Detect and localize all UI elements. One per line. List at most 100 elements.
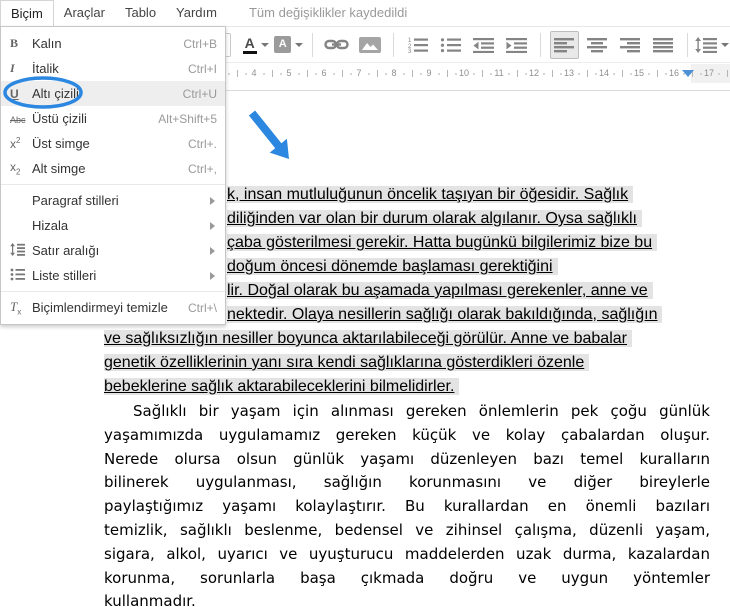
ruler-number: 4 — [251, 68, 257, 78]
ruler-tick — [446, 70, 448, 77]
strikethrough-icon: Abc — [10, 114, 26, 125]
paragraph-2-line[interactable]: bilinerek uygulanması, sağlığın korunmas… — [104, 471, 710, 495]
paragraph-2-line[interactable]: korunma, sorunlarla başa çıkmada doğru v… — [104, 567, 710, 591]
format-menu-item-ustu-cizili[interactable]: Abc Üstü çizili Alt+Shift+5 — [1, 106, 225, 131]
paragraph-1-line[interactable]: bebeklerine sağlık aktarabileceklerini b… — [104, 376, 460, 397]
list-styles-icon — [10, 268, 32, 284]
decrease-indent-button[interactable] — [469, 31, 498, 59]
ruler-tick — [297, 73, 300, 75]
format-menu-item-liste-stilleri[interactable]: Liste stilleri — [1, 263, 225, 288]
text-color-button[interactable]: A — [241, 31, 270, 59]
paragraph-1-line[interactable]: lir. Doğal olarak bu aşamada yapılması g… — [227, 280, 653, 301]
paragraph-2-line[interactable]: sigara, alkol, uyarıcı ve uyuşturucu mad… — [104, 543, 710, 567]
paragraph-1-line[interactable]: diliğinden var olan bir durum olarak alg… — [227, 208, 642, 229]
ruler-tick — [577, 73, 580, 75]
right-margin-marker[interactable] — [682, 70, 694, 77]
menu-item-label: Paragraf stilleri — [32, 193, 119, 208]
ruler-tick — [656, 70, 658, 77]
menu-item-shortcut: Alt+Shift+5 — [158, 111, 217, 126]
ruler-tick — [262, 73, 265, 75]
line-spacing-icon — [10, 242, 32, 259]
line-spacing-button[interactable] — [695, 31, 730, 59]
menu-separator — [1, 291, 225, 292]
format-menu-item-kalin[interactable]: B Kalın Ctrl+B — [1, 31, 225, 56]
format-menu-item-alt-simge[interactable]: x2 Alt simge Ctrl+, — [1, 156, 225, 181]
paragraph-2[interactable]: Sağlıklı bir yaşam için alınması gereken… — [104, 400, 710, 607]
bulleted-list-button[interactable] — [436, 31, 465, 59]
format-menu-item-italik[interactable]: I İtalik Ctrl+I — [1, 56, 225, 81]
selected-underlined-text: bebeklerine sağlık aktarabileceklerini b… — [104, 378, 460, 395]
format-menu-item-bicimlendirmeyi-temizle[interactable]: Tx Biçimlendirmeyi temizle Ctrl+\ — [1, 295, 225, 320]
paragraph-1-line[interactable]: genetik özelliklerinin yanı sıra kendi s… — [104, 352, 590, 373]
ruler-tick — [245, 73, 248, 75]
ruler-tick — [612, 73, 615, 75]
paragraph-1-line[interactable]: k, insan mutluluğunun öncelik taşıyan bi… — [227, 184, 634, 205]
paragraph-2-line[interactable]: temizlik, sağlıklı beslenme, bedensel ve… — [104, 519, 710, 543]
menubar-item-araclar[interactable]: Araçlar — [54, 0, 115, 26]
format-menu-item-satir-araligi[interactable]: Satır aralığı — [1, 238, 225, 263]
numbered-list-button[interactable]: 123 — [403, 31, 432, 59]
ruler-tick — [665, 73, 668, 75]
menu-item-label: Kalın — [32, 36, 62, 51]
align-justify-icon — [653, 37, 674, 53]
menu-item-label: Liste stilleri — [32, 268, 97, 283]
paragraph-2-line[interactable]: kullanmadır. — [104, 590, 710, 607]
paragraph-2-line[interactable]: Sağlıklı bir yaşam için alınması gereken… — [104, 400, 710, 424]
ruler-number: 12 — [528, 68, 540, 78]
paragraph-2-line[interactable]: paylaştığımız yaşamı kolaylaştırır. Bu k… — [104, 495, 710, 519]
insert-link-button[interactable] — [322, 31, 351, 59]
ruler-tick — [367, 73, 370, 75]
ruler-number: 5 — [286, 68, 292, 78]
menubar-item-bicim[interactable]: Biçim — [0, 0, 54, 27]
ruler-tick — [586, 70, 588, 77]
ruler-number: 9 — [426, 68, 432, 78]
subscript-icon: x2 — [10, 160, 21, 177]
google-docs-screen: Biçim Araçlar Tablo Yardım Tüm değişiklikler… — [0, 0, 730, 607]
ruler-tick — [647, 73, 650, 75]
menubar-item-yardim[interactable]: Yardım — [166, 0, 227, 26]
save-status: Tüm değişiklikler kaydedildi — [248, 5, 408, 20]
italic-icon: I — [10, 61, 15, 75]
ruler-number: 7 — [356, 68, 362, 78]
highlight-color-button[interactable]: A — [274, 31, 304, 59]
selected-underlined-text: doğum öncesi dönemde başlaması gerektiği… — [227, 258, 558, 275]
paragraph-1-line[interactable]: çaba gösterilmesi gerekir. Hatta bugünkü… — [227, 232, 658, 253]
underline-icon: U — [10, 86, 19, 101]
ruler-number: 14 — [598, 68, 610, 78]
align-center-icon — [587, 37, 608, 53]
paragraph-1-line[interactable]: nektedir. Olaya nesillerin sağlığı olara… — [227, 304, 663, 325]
format-menu-item-alti-cizili[interactable]: U Altı çizili Ctrl+U — [1, 81, 225, 106]
ruler-tick — [595, 73, 598, 75]
ruler-tick — [542, 73, 545, 75]
text-color-icon: A — [242, 35, 257, 54]
insert-image-button[interactable] — [355, 31, 384, 59]
increase-indent-button[interactable] — [502, 31, 531, 59]
align-justify-button[interactable] — [649, 31, 678, 59]
ruler-tick — [332, 73, 335, 75]
ruler-number: 6 — [321, 68, 327, 78]
ruler-tick — [507, 73, 510, 75]
paragraph-2-line[interactable]: Nerede olursa olsun günlük yaşamı düzenl… — [104, 448, 710, 472]
selected-underlined-text: nektedir. Olaya nesillerin sağlığı olara… — [227, 306, 663, 323]
paragraph-1-line[interactable]: ve sağlıksızlığın nesiller boyunca aktar… — [104, 328, 632, 349]
menubar-item-tablo[interactable]: Tablo — [115, 0, 166, 26]
align-center-button[interactable] — [583, 31, 612, 59]
format-menu-item-ust-simge[interactable]: x2 Üst simge Ctrl+. — [1, 131, 225, 156]
align-right-button[interactable] — [616, 31, 645, 59]
bold-icon: B — [10, 36, 19, 50]
superscript-icon: x2 — [10, 136, 21, 151]
clear-formatting-icon: Tx — [10, 298, 22, 317]
format-menu-item-paragraf-stilleri[interactable]: Paragraf stilleri — [1, 188, 225, 213]
format-menu-item-hizala[interactable]: Hizala — [1, 213, 225, 238]
ruler-tick — [560, 73, 563, 75]
paragraph-2-line[interactable]: yaşamımızda uygulamamız gereken küçük ve… — [104, 424, 710, 448]
ruler-tick — [455, 73, 458, 75]
toolbar-separator — [686, 32, 688, 57]
menu-item-label: Alt simge — [32, 161, 86, 176]
align-left-button[interactable] — [549, 30, 579, 59]
ruler-tick — [411, 70, 413, 77]
paragraph-1-line[interactable]: doğum öncesi dönemde başlaması gerektiği… — [227, 256, 558, 277]
numbered-list-icon: 123 — [407, 37, 428, 53]
selected-underlined-text: diliğinden var olan bir durum olarak alg… — [227, 210, 642, 227]
chevron-down-icon — [721, 42, 730, 47]
